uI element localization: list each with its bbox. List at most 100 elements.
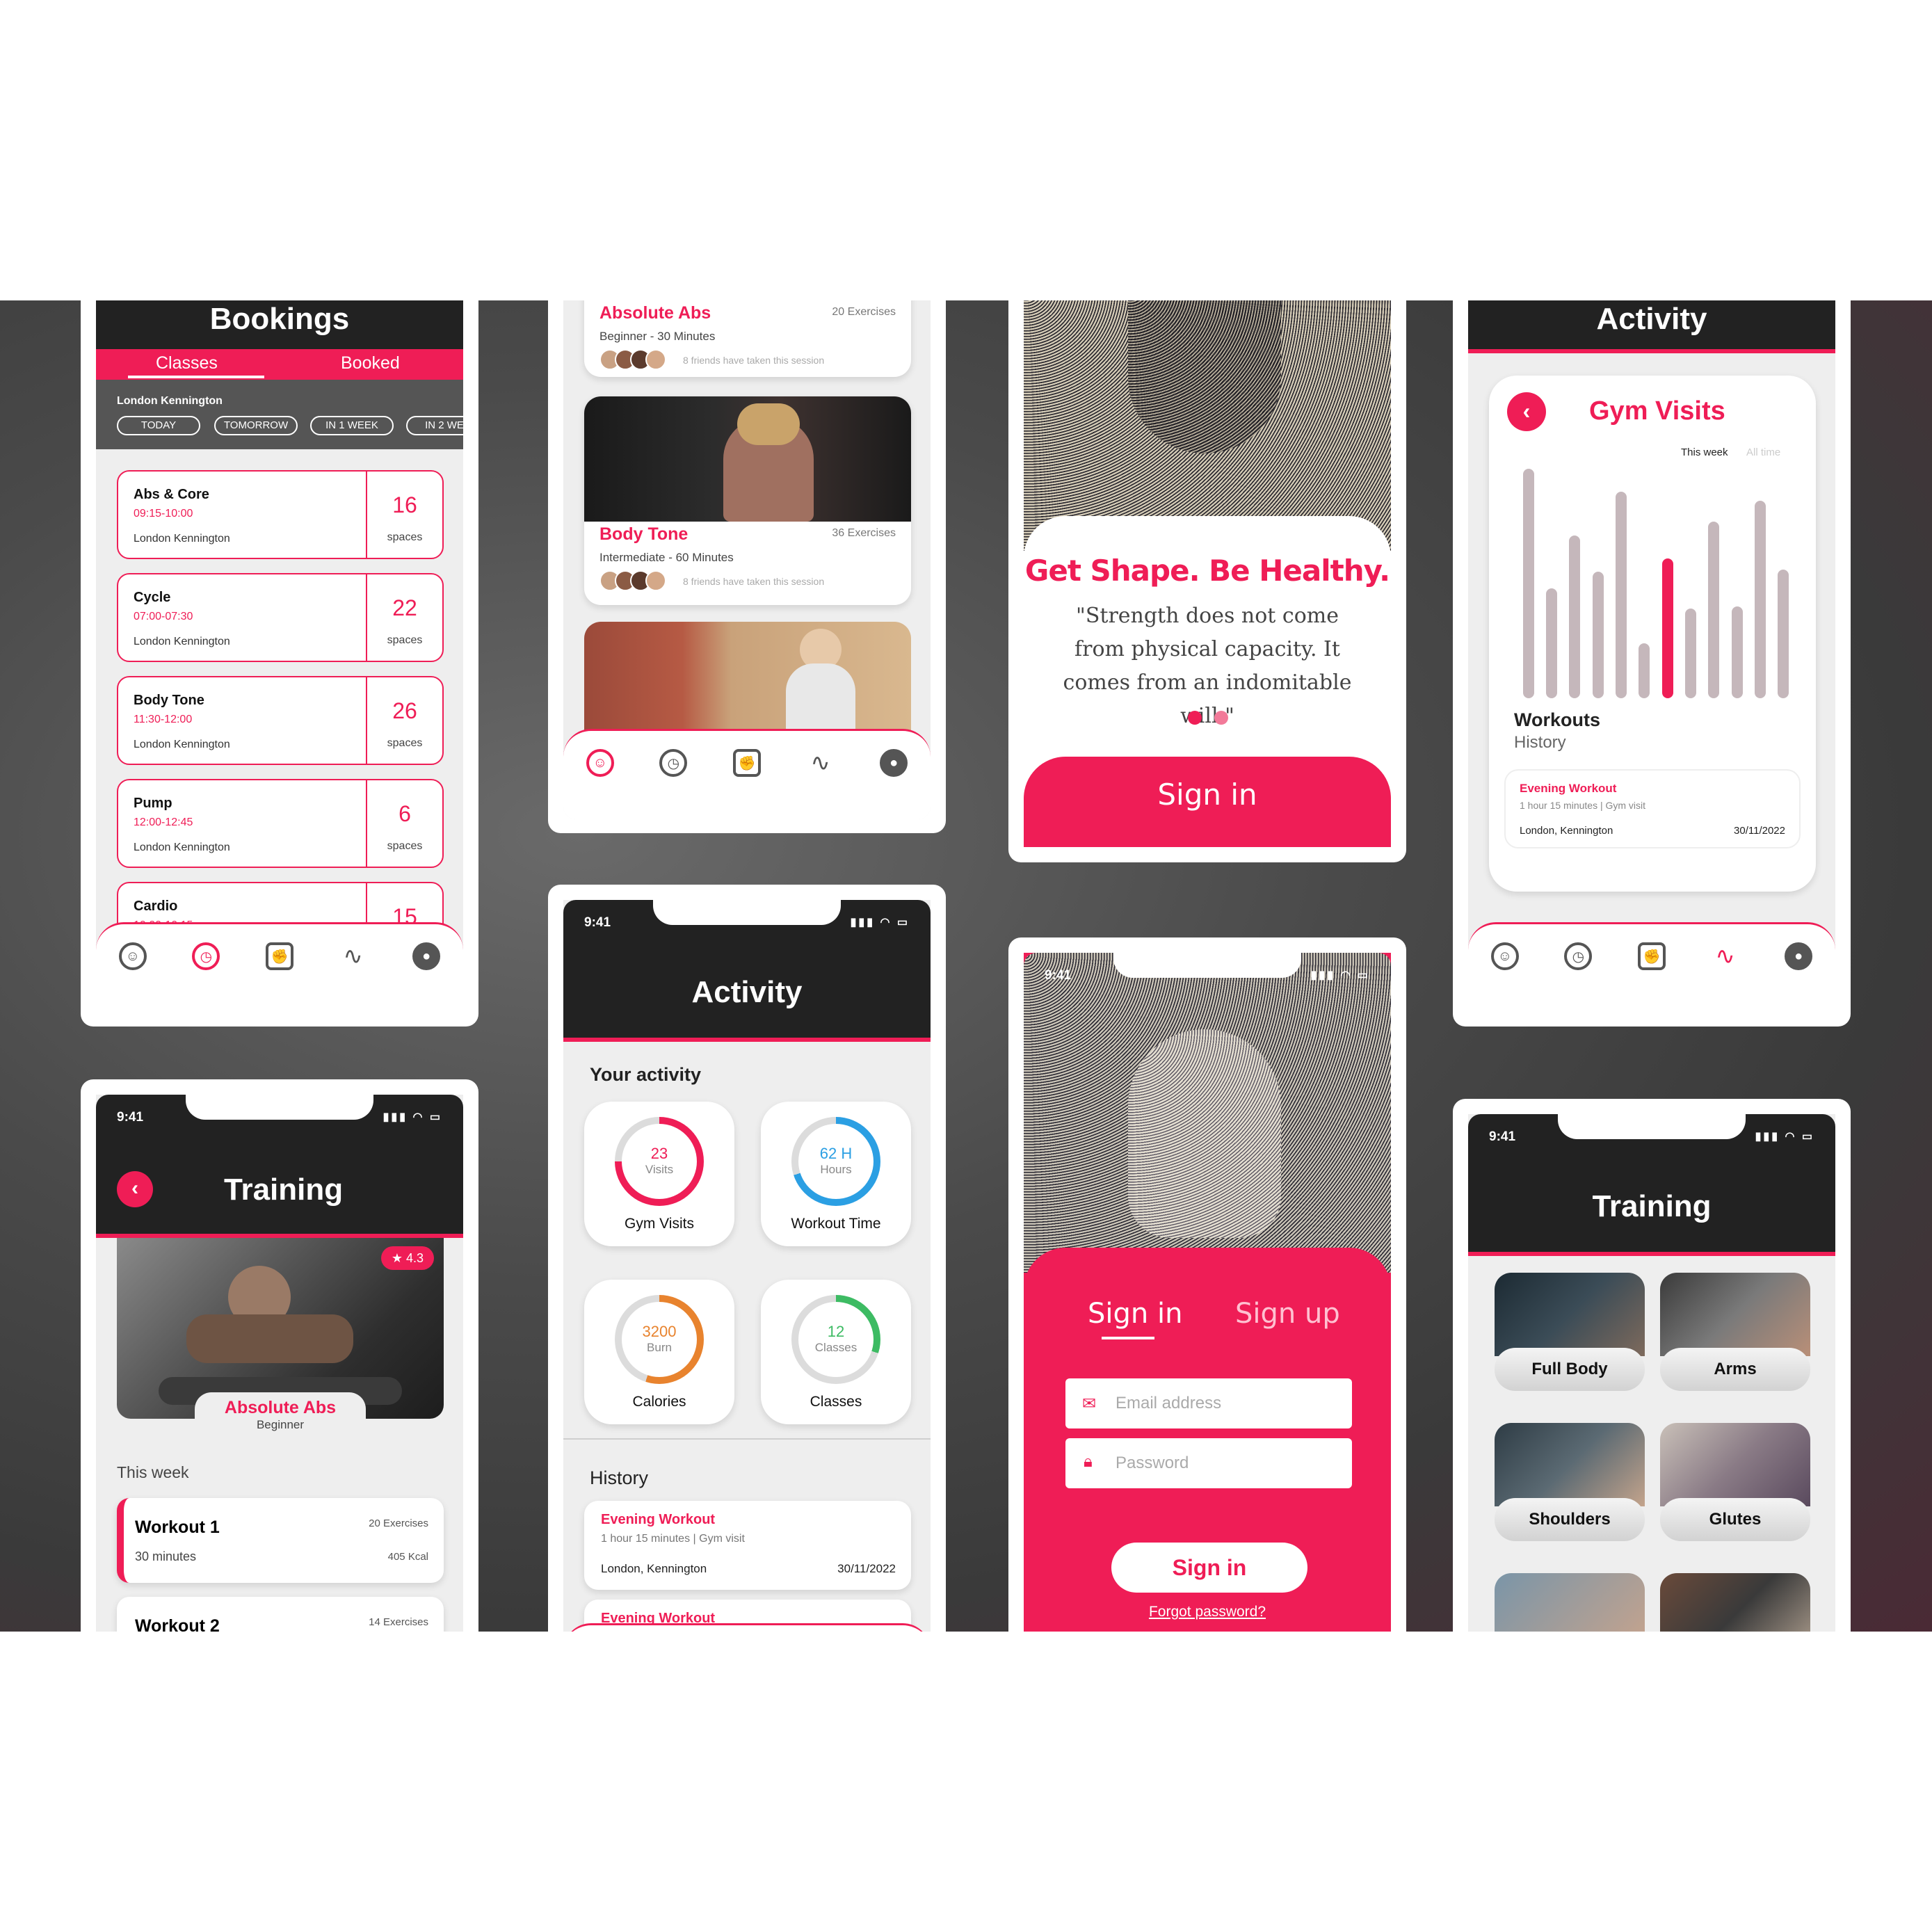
- filter-tomorrow[interactable]: TOMORROW: [214, 416, 298, 435]
- back-button[interactable]: ‹: [1507, 392, 1546, 431]
- status-time: 9:41: [1045, 968, 1072, 983]
- visit-bar[interactable]: [1569, 536, 1580, 698]
- filter-2-weeks[interactable]: IN 2 WEE: [406, 416, 463, 435]
- history-card[interactable]: Evening Workout 1 hour 15 minutes | Gym …: [1504, 769, 1801, 848]
- card-title: Gym Visits: [1589, 396, 1725, 426]
- workout-card[interactable]: Workout 2 14 Exercises: [117, 1597, 444, 1632]
- booking-card[interactable]: Cycle 07:00-07:30 London Kennington 22 space…: [117, 573, 444, 662]
- pulse-icon[interactable]: ∿: [339, 942, 367, 970]
- stat-value: 23: [650, 1145, 668, 1162]
- category-tile-glutes[interactable]: Glutes: [1660, 1423, 1810, 1541]
- spaces-label: spaces: [387, 840, 423, 852]
- filter-1-week[interactable]: IN 1 WEEK: [310, 416, 394, 435]
- visit-bar[interactable]: [1616, 492, 1627, 698]
- timer-icon[interactable]: ◷: [192, 942, 220, 970]
- email-field[interactable]: ✉ Email address: [1065, 1378, 1352, 1428]
- visit-bar[interactable]: [1778, 570, 1789, 698]
- tab-sign-up[interactable]: Sign up: [1235, 1298, 1340, 1330]
- class-time: 07:00-07:30: [134, 611, 193, 622]
- spaces-label: spaces: [387, 531, 423, 543]
- profile-icon[interactable]: ●: [412, 942, 441, 970]
- bottom-nav: ☺ ◷ ✊ ∿ ●: [96, 922, 463, 1013]
- status-icons: ▮▮▮ ◠ ▭: [1310, 969, 1370, 981]
- forgot-password-link[interactable]: Forgot password?: [1024, 1604, 1391, 1620]
- visit-bar[interactable]: [1662, 558, 1673, 698]
- workout-card[interactable]: Workout 1 30 minutes 20 Exercises 405 Kc…: [117, 1498, 444, 1583]
- class-time: 12:00-12:45: [134, 816, 193, 828]
- toggle-this-week[interactable]: This week: [1681, 446, 1728, 458]
- booking-card[interactable]: Body Tone 11:30-12:00 London Kennington 26 s…: [117, 676, 444, 765]
- profile-icon[interactable]: ●: [1785, 942, 1813, 970]
- category-tile-full-body[interactable]: Full Body: [1495, 1273, 1645, 1391]
- history-date: 30/11/2022: [837, 1562, 896, 1575]
- stat-card[interactable]: 12 Classes Classes: [761, 1280, 911, 1424]
- stat-card[interactable]: 23 Visits Gym Visits: [584, 1102, 734, 1246]
- visit-bar[interactable]: [1523, 469, 1534, 698]
- booking-card[interactable]: Pump 12:00-12:45 London Kennington 6 spaces: [117, 779, 444, 868]
- section-title: This week: [117, 1463, 189, 1481]
- stat-card[interactable]: 3200 Burn Calories: [584, 1280, 734, 1424]
- visit-bar[interactable]: [1755, 501, 1766, 698]
- visit-bar[interactable]: [1732, 606, 1743, 698]
- fist-icon[interactable]: ✊: [265, 942, 293, 970]
- password-field[interactable]: 🔒︎ Password: [1065, 1438, 1352, 1488]
- fist-icon[interactable]: ✊: [732, 749, 761, 777]
- history-detail: 1 hour 15 minutes | Gym visit: [1520, 800, 1646, 811]
- fist-icon[interactable]: ✊: [1637, 942, 1666, 970]
- quote: "Strength does not come from physical ca…: [1063, 604, 1352, 728]
- workout-duration: 30 minutes: [135, 1549, 197, 1563]
- toggle-all-time[interactable]: All time: [1746, 446, 1780, 458]
- gym-visits-card: ‹ Gym Visits This week All time Workouts…: [1489, 376, 1816, 892]
- tab-sign-in[interactable]: Sign in: [1088, 1298, 1182, 1330]
- face-icon[interactable]: ☺: [118, 942, 147, 970]
- visit-bar[interactable]: [1639, 643, 1650, 698]
- face-icon[interactable]: ☺: [586, 749, 614, 777]
- history-card[interactable]: Evening Workout 1 hour 15 minutes | Gym …: [584, 1501, 911, 1590]
- status-time: 9:41: [584, 915, 611, 930]
- back-button[interactable]: ‹: [117, 1171, 153, 1207]
- email-placeholder: Email address: [1116, 1394, 1222, 1412]
- profile-icon[interactable]: ●: [880, 749, 908, 777]
- timer-icon[interactable]: ◷: [659, 749, 688, 777]
- pulse-icon[interactable]: ∿: [1712, 942, 1739, 970]
- face-icon[interactable]: ☺: [1490, 942, 1519, 970]
- class-time: 09:15-10:00: [134, 508, 193, 520]
- category-tile[interactable]: [1660, 1573, 1810, 1632]
- category-tile-shoulders[interactable]: Shoulders: [1495, 1423, 1645, 1541]
- featured-name: Absolute Abs: [224, 1398, 337, 1417]
- visit-bar[interactable]: [1593, 572, 1604, 698]
- visit-bar[interactable]: [1708, 522, 1719, 698]
- submit-button[interactable]: Sign in: [1111, 1543, 1307, 1593]
- tab-classes[interactable]: Classes: [156, 353, 218, 373]
- stat-card[interactable]: 62 H Hours Workout Time: [761, 1102, 911, 1246]
- bookings-phone: Bookings Classes Booked London Kenningto…: [81, 300, 478, 1027]
- rating-value: 4.3: [406, 1251, 424, 1265]
- filter-today[interactable]: TODAY: [117, 416, 200, 435]
- class-location: London Kennington: [134, 533, 230, 545]
- category-photo: [1495, 1423, 1645, 1506]
- session-photo[interactable]: [584, 622, 911, 733]
- session-card[interactable]: Body Tone 36 Exercises Intermediate - 60…: [584, 396, 911, 605]
- stat-label: Classes: [810, 1394, 862, 1410]
- page-dot-active[interactable]: [1188, 711, 1202, 725]
- visit-bar[interactable]: [1685, 609, 1696, 698]
- class-name: Cardio: [134, 899, 178, 914]
- session-card[interactable]: Absolute Abs 20 Exercises Beginner - 30 …: [584, 300, 911, 377]
- page-dot[interactable]: [1214, 711, 1228, 725]
- status-icons: ▮▮▮ ◠ ▭: [383, 1111, 442, 1123]
- visit-bar[interactable]: [1546, 588, 1557, 698]
- category-tile[interactable]: [1495, 1573, 1645, 1632]
- featured-label[interactable]: Absolute Abs Beginner: [195, 1392, 366, 1442]
- pulse-icon[interactable]: ∿: [807, 749, 835, 777]
- divider: [563, 1438, 931, 1440]
- sessions-phone: Absolute Abs 20 Exercises Beginner - 30 …: [548, 300, 946, 833]
- class-location: London Kennington: [134, 636, 230, 647]
- timer-icon[interactable]: ◷: [1564, 942, 1593, 970]
- sign-in-button[interactable]: Sign in: [1024, 757, 1391, 847]
- tab-booked[interactable]: Booked: [341, 353, 400, 373]
- category-tile-arms[interactable]: Arms: [1660, 1273, 1810, 1391]
- session-name: Body Tone: [599, 524, 689, 544]
- booking-card[interactable]: Abs & Core 09:15-10:00 London Kennington 16…: [117, 470, 444, 559]
- category-label: Shoulders: [1495, 1498, 1645, 1541]
- stat-label: Gym Visits: [625, 1216, 694, 1232]
